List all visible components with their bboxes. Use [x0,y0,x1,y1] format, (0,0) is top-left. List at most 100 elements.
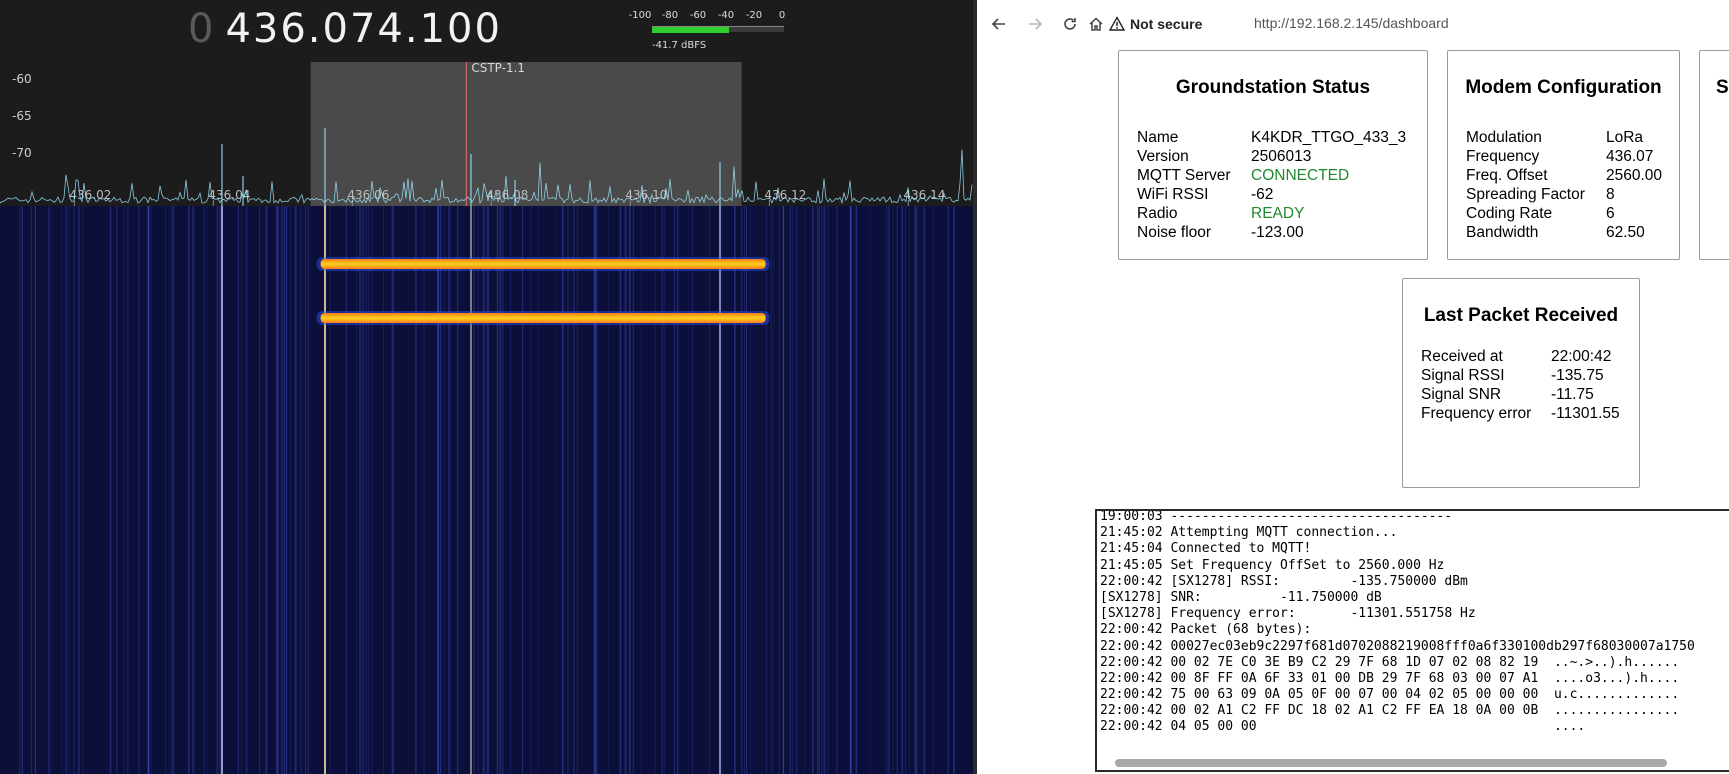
row-value: -62 [1251,186,1274,203]
waterfall-canvas[interactable] [0,206,973,774]
browser-window: Not secure http://192.168.2.145/dashboar… [977,0,1729,774]
reload-button[interactable] [1058,12,1082,36]
console-line: 22:00:42 04 05 00 00 .... [1100,719,1586,735]
row-key: Spreading Factor [1466,186,1585,203]
console-line: 21:45:02 Attempting MQTT connection... [1100,525,1398,541]
signal-meter: -100 -80 -60 -40 -20 0 -41.7 dBFS [629,8,790,52]
console-line: 21:45:05 Set Frequency OffSet to 2560.00… [1100,557,1445,573]
horizontal-scrollbar[interactable] [1115,759,1667,767]
row-key: Radio [1137,205,1178,222]
row-key: Name [1137,129,1179,146]
spectrum-canvas[interactable]: -60-65-70436.02 436.04 436.06 436.08 436.10 4… [0,60,973,206]
passband-region[interactable] [310,62,742,206]
table-row: Noise floor -123.00 [1137,223,1406,242]
waterfall-background [0,206,973,774]
table-row: Signal RSSI -135.75 [1421,366,1620,385]
frequency-display[interactable]: 0 436.074.100 [188,6,502,54]
bookmark-label[interactable]: CSTP-1.1 [471,61,525,75]
db-axis-label: -70 [12,146,32,160]
satellite-card: Sa [1699,50,1729,260]
meter-scale-label: -20 [745,10,763,21]
meter-scale-label: -60 [689,10,707,21]
card-title: Last Packet Received [1423,305,1619,326]
signal-meter-fill [652,27,729,33]
table-row: Bandwidth 62.50 [1466,223,1662,242]
console-line: 22:00:42 Packet (68 bytes): [1100,622,1312,638]
console-line: 22:00:42 75 00 63 09 0A 05 0F 00 07 00 0… [1100,687,1680,703]
table-row: WiFi RSSI -62 [1137,185,1406,204]
meter-scale-label: 0 [778,10,786,21]
row-key: Received at [1421,348,1503,365]
console-line: 21:45:04 Connected to MQTT! [1100,541,1312,557]
row-key: MQTT Server [1137,167,1231,184]
meter-scale-label: -80 [661,10,679,21]
home-button[interactable] [1084,12,1108,36]
table-row: Received at 22:00:42 [1421,347,1620,366]
row-key: Freq. Offset [1466,167,1548,184]
row-value: -123.00 [1251,224,1304,241]
last-packet-table: Received at 22:00:42 Signal RSSI -135.75 S… [1421,347,1620,423]
row-key: Signal RSSI [1421,367,1505,384]
table-row: Radio READY [1137,204,1406,223]
row-value: -11301.55 [1551,405,1620,422]
frequency-leading-digit: 0 [188,6,216,52]
freq-axis-label: 436.04 [208,188,250,202]
forward-button[interactable] [1023,12,1047,36]
groundstation-status-table: Name K4KDR_TTGO_433_3 Version 2506013 MQTT… [1137,128,1406,242]
card-title: Modem Configuration [1465,77,1662,98]
row-key: Noise floor [1137,224,1212,241]
console-line: 22:00:42 00027ec03eb9c2297f681d070208821… [1100,638,1695,654]
spectrum-plot[interactable]: -60 -65 -70 436.02 436.04 436.06 436.08 436.10 4… [0,60,973,206]
reload-icon [1064,18,1076,30]
row-value: 22:00:42 [1551,348,1612,365]
waterfall-display[interactable] [0,206,973,774]
security-label: Not secure [1130,16,1203,32]
groundstation-status-card: Groundstation Status Name K4KDR_TTGO_433_… [1118,50,1428,260]
console-line: 22:00:42 [SX1278] RSSI: -135.750000 dBm [1100,573,1468,589]
last-packet-card: Last Packet Received Received at 22:00:42… [1402,278,1640,488]
browser-toolbar: Not secure http://192.168.2.145/dashboar… [977,0,1729,48]
table-row: Coding Rate 6 [1466,204,1662,223]
home-icon [1089,17,1103,31]
table-row: Freq. Offset 2560.00 [1466,166,1662,185]
mqtt-status-value: CONNECTED [1251,167,1350,184]
console-log[interactable]: 19:00:03 -------------------------------… [1095,509,1729,772]
row-value: 62.50 [1606,224,1645,241]
row-value: LoRa [1606,129,1644,146]
table-row: Version 2506013 [1137,147,1406,166]
row-key: WiFi RSSI [1137,186,1209,203]
console-line: 22:00:42 00 8F FF 0A 6F 33 01 00 DB 29 7… [1100,670,1680,686]
console-lines: 19:00:03 -------------------------------… [1100,511,1695,736]
lora-burst [320,259,766,269]
card-title: Sa [1716,77,1729,98]
table-row: Spreading Factor 8 [1466,185,1662,204]
row-value: -11.75 [1551,386,1594,403]
row-key: Frequency error [1421,405,1532,422]
row-key: Coding Rate [1466,205,1553,222]
row-key: Bandwidth [1466,224,1539,241]
row-value: 6 [1606,205,1615,222]
console-line: 22:00:42 00 02 A1 C2 FF DC 18 02 A1 C2 F… [1100,703,1680,719]
table-row: Frequency error -11301.55 [1421,404,1620,423]
modem-configuration-card: Modem Configuration Modulation LoRa Frequ… [1447,50,1680,260]
table-row: Frequency 436.07 [1466,147,1662,166]
table-row: MQTT Server CONNECTED [1137,166,1406,185]
lora-burst [320,313,766,323]
sdr-panel: 0 436.074.100 -100 -80 -60 -40 -20 0 -41.… [0,0,973,774]
row-key: Frequency [1466,148,1540,165]
row-value: -135.75 [1551,367,1604,384]
console-line: [SX1278] SNR: -11.750000 dB [1100,589,1382,605]
signal-meter-reading: -41.7 dBFS [652,40,707,51]
back-button[interactable] [987,12,1011,36]
row-value: 2506013 [1251,148,1312,165]
address-bar[interactable]: http://192.168.2.145/dashboard [1254,15,1449,31]
table-row: Name K4KDR_TTGO_433_3 [1137,128,1406,147]
console-line: 22:00:42 00 02 7E C0 3E B9 C2 29 7F 68 1… [1100,654,1680,670]
warning-icon [1109,16,1125,31]
security-indicator[interactable]: Not secure [1109,12,1202,36]
row-key: Version [1137,148,1189,165]
db-axis-label: -60 [12,72,32,86]
frequency-value: 436.074.100 [225,6,502,52]
row-key: Modulation [1466,129,1542,146]
arrow-left-icon [991,18,1005,30]
